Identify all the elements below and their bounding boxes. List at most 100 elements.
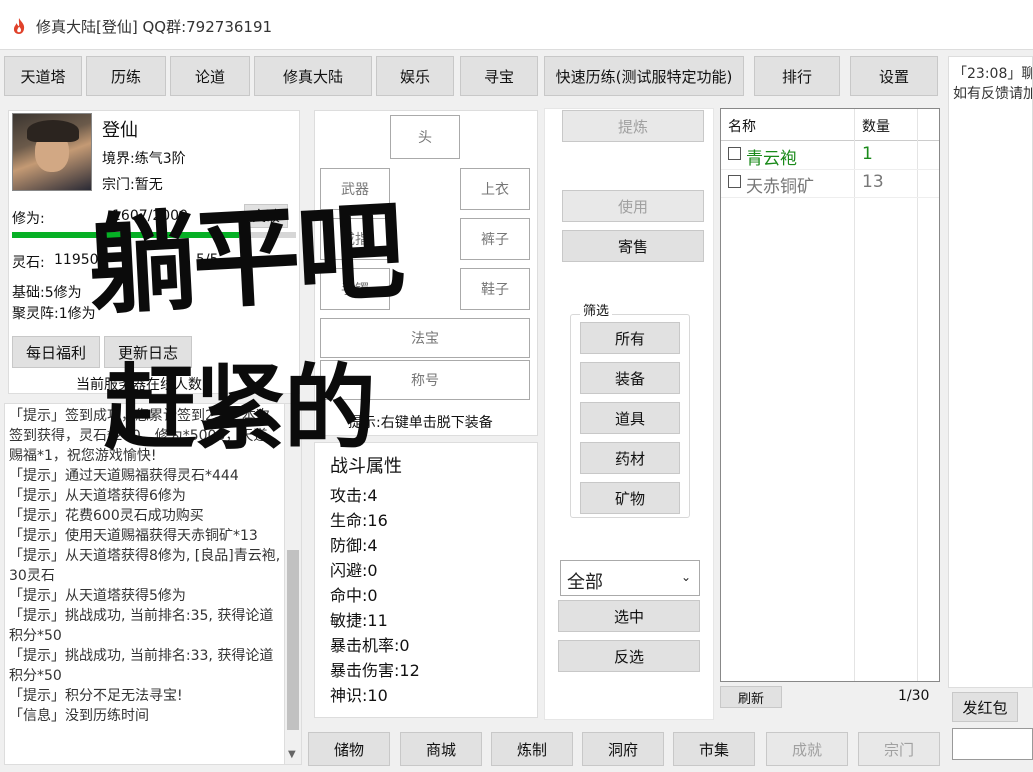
slot-weapon[interactable]: 武器 <box>320 168 390 210</box>
filter-button[interactable]: 所有 <box>580 322 680 354</box>
chat-line: 「23:08」聊 <box>953 66 1033 82</box>
select-button[interactable]: 选中 <box>558 600 700 632</box>
log-entry: 「提示」从天道塔获得8修为, [良品]青云袍, 30灵石 <box>9 548 285 584</box>
chevron-down-icon: ⌄ <box>680 570 691 584</box>
log-entry: 「提示」签到成功，您累计签到2天，本次签到获得，灵石*200，修为*5000，天… <box>9 408 270 464</box>
filter-button[interactable]: 道具 <box>580 402 680 434</box>
chat-input[interactable] <box>952 728 1033 760</box>
gathering-array: 聚灵阵:1修为 <box>12 306 96 322</box>
log-entry: 「提示」花费600灵石成功购买 <box>9 508 204 524</box>
battle-stat: 暴击机率:0 <box>330 636 410 655</box>
log-entry: 「信息」没到历练时间 <box>9 708 149 724</box>
use-button[interactable]: 使用 <box>562 190 704 222</box>
breakthrough-button[interactable]: 突破 <box>244 204 288 228</box>
slot-title[interactable]: 称号 <box>320 360 530 400</box>
menu-button[interactable]: 修真大陆 <box>254 56 372 96</box>
invert-selection-button[interactable]: 反选 <box>558 640 700 672</box>
filter-button[interactable]: 矿物 <box>580 482 680 514</box>
battle-stat: 神识:10 <box>330 686 388 705</box>
log-entry: 「提示」从天道塔获得5修为 <box>9 588 186 604</box>
spirit-stone-rate: 5/5 <box>196 252 219 268</box>
slot-pants[interactable]: 裤子 <box>460 218 530 260</box>
cultivation-progress-bar <box>12 232 296 238</box>
filter-button[interactable]: 装备 <box>580 362 680 394</box>
bottom-nav-button[interactable]: 炼制 <box>491 732 573 766</box>
menu-button[interactable]: 历练 <box>86 56 166 96</box>
scroll-down-icon[interactable]: ▼ <box>288 749 296 760</box>
online-count-label: 当前服务器在线人数: <box>76 377 207 393</box>
flame-icon <box>13 18 25 34</box>
bottom-nav-button[interactable]: 宗门 <box>858 732 940 766</box>
consign-button[interactable]: 寄售 <box>562 230 704 262</box>
log-entry: 「提示」通过天道赐福获得灵石*444 <box>9 468 239 484</box>
battle-stat: 暴击伤害:12 <box>330 661 420 680</box>
chat-line: 如有反馈请加 <box>953 86 1033 102</box>
item-quantity: 1 <box>862 144 873 164</box>
menu-button[interactable]: 排行 <box>754 56 840 96</box>
bottom-nav-button[interactable]: 市集 <box>673 732 755 766</box>
slot-head[interactable]: 头 <box>390 115 460 159</box>
log-entry: 「提示」积分不足无法寻宝! <box>9 688 183 704</box>
dropdown-value: 全部 <box>567 572 603 593</box>
refine-button[interactable]: 提炼 <box>562 110 704 142</box>
player-name: 登仙 <box>102 120 138 141</box>
refresh-button[interactable]: 刷新 <box>720 686 782 708</box>
menu-button[interactable]: 天道塔 <box>4 56 82 96</box>
log-entry: 「提示」挑战成功, 当前排名:33, 获得论道积分*50 <box>9 648 274 684</box>
bottom-nav-button[interactable]: 储物 <box>308 732 390 766</box>
menu-button[interactable]: 论道 <box>170 56 250 96</box>
item-quantity: 13 <box>862 172 884 192</box>
log-scrollbar[interactable]: ▼ <box>284 404 301 764</box>
chat-panel: 「23:08」聊 如有反馈请加 <box>948 56 1033 688</box>
slot-shoes[interactable]: 鞋子 <box>460 268 530 310</box>
log-entry: 「提示」从天道塔获得6修为 <box>9 488 186 504</box>
battle-stat: 攻击:4 <box>330 486 378 505</box>
menu-button[interactable]: 设置 <box>850 56 938 96</box>
battle-stat: 敏捷:11 <box>330 611 388 630</box>
daily-bonus-button[interactable]: 每日福利 <box>12 336 100 368</box>
menu-button[interactable]: 娱乐 <box>376 56 454 96</box>
menu-button[interactable]: 快速历练(测试服特定功能) <box>544 56 744 96</box>
bottom-nav-button[interactable]: 商城 <box>400 732 482 766</box>
page-indicator: 1/30 <box>898 688 930 704</box>
item-name: 天赤铜矿 <box>746 177 814 197</box>
base-cultivation: 基础:5修为 <box>12 285 82 301</box>
log-entry: 「提示」挑战成功, 当前排名:35, 获得论道积分*50 <box>9 608 274 644</box>
slot-artifact[interactable]: 法宝 <box>320 318 530 358</box>
bottom-nav-button[interactable]: 洞府 <box>582 732 664 766</box>
cultivation-value: 1607/2000 <box>112 208 188 224</box>
slot-top[interactable]: 上衣 <box>460 168 530 210</box>
spirit-stone-label: 灵石: <box>12 255 45 271</box>
message-log: 「提示」签到成功，您累计签到2天，本次签到获得，灵石*200，修为*5000，天… <box>4 403 302 765</box>
avatar <box>12 113 92 191</box>
changelog-button[interactable]: 更新日志 <box>104 336 192 368</box>
battle-stat: 生命:16 <box>330 511 388 530</box>
log-entry: 「提示」使用天道赐福获得天赤铜矿*13 <box>9 528 258 544</box>
item-name: 青云袍 <box>746 149 797 169</box>
sect-label: 宗门:暂无 <box>102 177 163 193</box>
battle-stat: 闪避:0 <box>330 561 378 580</box>
battle-stats-heading: 战斗属性 <box>330 456 402 477</box>
log-list: 「提示」签到成功，您累计签到2天，本次签到获得，灵石*200，修为*5000，天… <box>9 406 281 726</box>
equipment-hint: 提示:右键单击脱下装备 <box>348 415 493 431</box>
slot-ring[interactable]: 戒指 <box>320 218 390 260</box>
spirit-stone-value: 11950 <box>54 252 99 268</box>
filter-button[interactable]: 药材 <box>580 442 680 474</box>
red-packet-button[interactable]: 发红包 <box>952 692 1018 722</box>
window-title: 修真大陆[登仙] QQ群:792736191 <box>36 18 273 36</box>
battle-stat: 防御:4 <box>330 536 378 555</box>
cultivation-label: 修为: <box>12 211 45 227</box>
bottom-nav-button[interactable]: 成就 <box>766 732 848 766</box>
log-scrollbar-thumb[interactable] <box>287 550 299 730</box>
realm-label: 境界:练气3阶 <box>102 151 186 167</box>
filter-group-title: 筛选 <box>580 300 613 319</box>
column-qty-header[interactable]: 数量 <box>862 116 890 136</box>
column-name-header[interactable]: 名称 <box>728 116 756 136</box>
checkbox[interactable] <box>728 175 741 188</box>
category-dropdown[interactable]: 全部 ⌄ <box>560 560 700 596</box>
cultivation-progress-fill <box>12 232 240 238</box>
slot-bracelet[interactable]: 手镯 <box>320 268 390 310</box>
menu-button[interactable]: 寻宝 <box>460 56 538 96</box>
checkbox[interactable] <box>728 147 741 160</box>
battle-stat: 命中:0 <box>330 586 378 605</box>
